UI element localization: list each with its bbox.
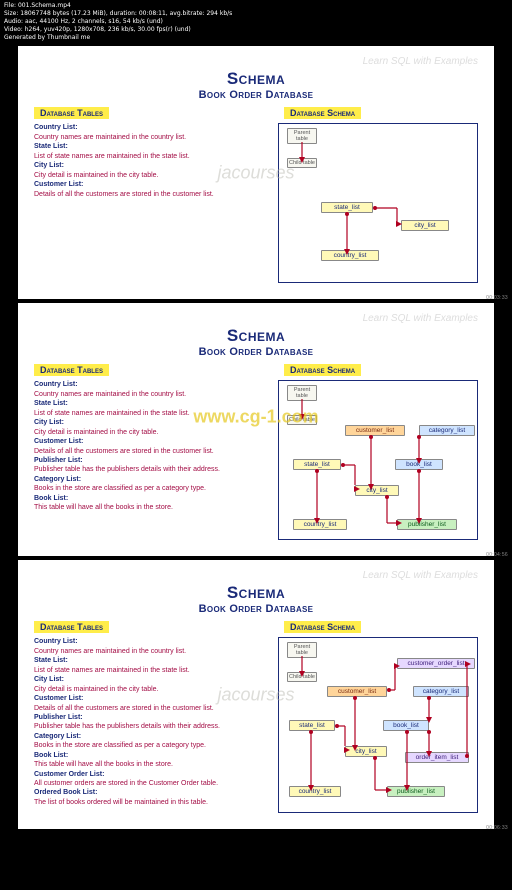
db-schema-label: Database Schema xyxy=(284,107,361,119)
table-list: Country List:Country names are maintaine… xyxy=(34,380,268,512)
legend-child: Child table xyxy=(287,158,317,168)
table-list: Country List:Country names are maintaine… xyxy=(34,637,268,807)
node-country: country_list xyxy=(321,250,379,261)
timestamp: 00:06:33 xyxy=(486,825,508,831)
video-metadata: File: 001.Schema.mp4 Size: 18067748 byte… xyxy=(0,0,512,44)
node-country: country_list xyxy=(293,519,347,530)
tagline: Learn SQL with Examples xyxy=(34,56,478,67)
node-customer: customer_list xyxy=(327,686,387,697)
frame-2: Learn SQL with Examples Schema Book Orde… xyxy=(18,303,494,556)
frame-3: Learn SQL with Examples Schema Book Orde… xyxy=(18,560,494,829)
node-order-item: order_item_list xyxy=(405,752,469,763)
db-tables-label: Database Tables xyxy=(34,107,109,119)
schema-diagram-2: Parent table Child table customer_list c… xyxy=(278,380,478,540)
node-state: state_list xyxy=(293,459,341,470)
node-category: category_list xyxy=(413,686,469,697)
node-book: book_list xyxy=(395,459,443,470)
timestamp: 00:04:56 xyxy=(486,552,508,558)
node-category: category_list xyxy=(419,425,475,436)
node-publisher: publisher_list xyxy=(387,786,445,797)
node-city: city_list xyxy=(355,485,399,496)
timestamp: 00:03:33 xyxy=(486,295,508,301)
node-publisher: publisher_list xyxy=(397,519,457,530)
schema-subtitle: Book Order Database xyxy=(34,89,478,101)
node-country: country_list xyxy=(289,786,341,797)
tagline: Learn SQL with Examples xyxy=(34,570,478,581)
schema-diagram-3: Parent table Child table customer_order_… xyxy=(278,637,478,813)
frame-1: Learn SQL with Examples Schema Book Orde… xyxy=(18,46,494,299)
node-city: city_list xyxy=(401,220,449,231)
table-list: Country List:Country names are maintaine… xyxy=(34,123,268,199)
thumbnail-grid: Learn SQL with Examples Schema Book Orde… xyxy=(0,44,512,841)
node-city: city_list xyxy=(345,746,387,757)
legend-parent: Parent table xyxy=(287,128,317,144)
schema-heading: Schema xyxy=(34,69,478,89)
node-customer: customer_list xyxy=(345,425,405,436)
node-state: state_list xyxy=(321,202,373,213)
node-customer-order: customer_order_list xyxy=(397,658,475,669)
schema-diagram-1: Parent table Child table state_list city… xyxy=(278,123,478,283)
tagline: Learn SQL with Examples xyxy=(34,313,478,324)
node-state: state_list xyxy=(289,720,335,731)
node-book: book_list xyxy=(383,720,429,731)
